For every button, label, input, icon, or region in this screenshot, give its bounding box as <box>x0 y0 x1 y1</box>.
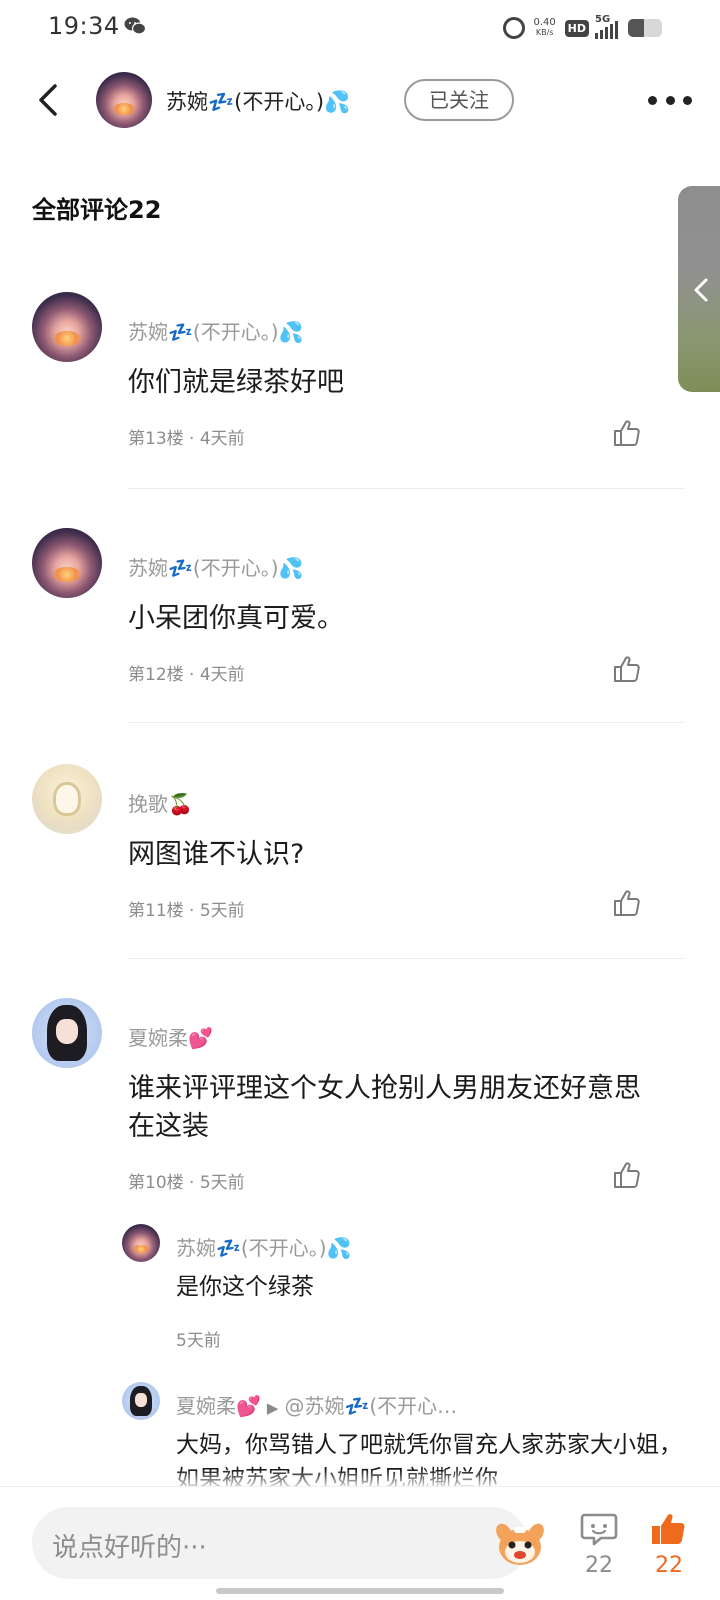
reply-author[interactable]: 夏婉柔💕 <box>176 1394 261 1418</box>
side-panel-handle[interactable] <box>678 186 720 392</box>
more-icon[interactable] <box>648 90 692 110</box>
reply-avatar[interactable] <box>122 1382 160 1420</box>
comment-text[interactable]: 小呆团你真可爱。 <box>128 600 658 638</box>
comment-author[interactable]: 苏婉💤(不开心。)💦 <box>128 552 303 581</box>
wechat-icon <box>124 17 146 35</box>
comment-meta: 第10楼 · 5天前 <box>128 1173 245 1193</box>
header-username[interactable]: 苏婉💤(不开心。)💦 <box>166 86 350 116</box>
reply-arrow-icon: ▶ <box>266 1399 279 1417</box>
divider <box>128 488 684 489</box>
comment-count: 22 <box>585 1553 613 1578</box>
reply-meta: 5天前 <box>176 1331 221 1351</box>
thumbs-up-icon[interactable] <box>612 1160 642 1190</box>
comment-author[interactable]: 苏婉💤(不开心。)💦 <box>128 316 303 345</box>
avatar[interactable] <box>32 998 102 1068</box>
comment-author[interactable]: 挽歌🍒 <box>128 788 193 817</box>
reply-header: 夏婉柔💕 ▶ @苏婉💤(不开心… <box>176 1390 457 1419</box>
mascot-emoji-icon[interactable] <box>494 1519 546 1569</box>
comment-author[interactable]: 夏婉柔💕 <box>128 1022 213 1051</box>
avatar[interactable] <box>32 292 102 362</box>
reply-avatar[interactable] <box>122 1224 160 1262</box>
thumbs-up-filled-icon <box>652 1514 685 1544</box>
comment-meta: 第13楼 · 4天前 <box>128 429 245 449</box>
back-icon[interactable] <box>30 80 70 120</box>
status-bar: 19:34 0.40 KB/s HD 5G <box>0 0 720 56</box>
comment-text[interactable]: 网图谁不认识? <box>128 836 658 874</box>
comment-icon <box>580 1513 618 1546</box>
comment-count-button[interactable]: 22 <box>574 1511 624 1578</box>
like-count-button[interactable]: 22 <box>644 1511 694 1578</box>
reply-to[interactable]: @苏婉💤(不开心… <box>284 1394 457 1418</box>
speed-value: 0.40 <box>533 17 556 28</box>
speed-unit: KB/s <box>535 28 554 37</box>
avatar[interactable] <box>32 764 102 834</box>
follow-button[interactable]: 已关注 <box>404 79 514 121</box>
signal-icon: 5G <box>595 14 618 39</box>
comment-text[interactable]: 谁来评评理这个女人抢别人男朋友还好意思在这装 <box>128 1070 658 1146</box>
comment-input[interactable]: 说点好听的··· <box>32 1507 544 1579</box>
alarm-icon <box>502 17 525 39</box>
home-indicator[interactable] <box>216 1588 504 1594</box>
thumbs-up-icon[interactable] <box>612 888 642 918</box>
avatar[interactable] <box>32 528 102 598</box>
status-indicators: 0.40 KB/s HD 5G <box>502 14 662 42</box>
thumbs-up-icon[interactable] <box>612 418 642 448</box>
divider <box>128 958 684 959</box>
like-count: 22 <box>655 1553 683 1578</box>
comment-meta: 第11楼 · 5天前 <box>128 901 245 921</box>
hd-badge: HD <box>564 19 589 37</box>
comment-input-placeholder: 说点好听的··· <box>52 1533 207 1563</box>
comment-meta: 第12楼 · 4天前 <box>128 665 245 685</box>
header-avatar[interactable] <box>96 72 152 128</box>
network-speed: 0.40 KB/s <box>531 18 559 38</box>
chevron-left-icon <box>694 278 708 302</box>
network-type: 5G <box>595 14 611 25</box>
status-time: 19:34 <box>48 12 120 40</box>
reply-text[interactable]: 是你这个绿茶 <box>176 1270 686 1304</box>
battery-icon <box>628 19 662 37</box>
thumbs-up-icon[interactable] <box>612 654 642 684</box>
divider <box>128 722 684 723</box>
comments-title: 全部评论22 <box>32 196 162 224</box>
reply-author[interactable]: 苏婉💤(不开心。)💦 <box>176 1232 351 1261</box>
header: 苏婉💤(不开心。)💦 已关注 <box>0 64 720 136</box>
comment-text[interactable]: 你们就是绿茶好吧 <box>128 364 658 402</box>
bottom-bar: 说点好听的··· 22 22 <box>0 1486 720 1600</box>
